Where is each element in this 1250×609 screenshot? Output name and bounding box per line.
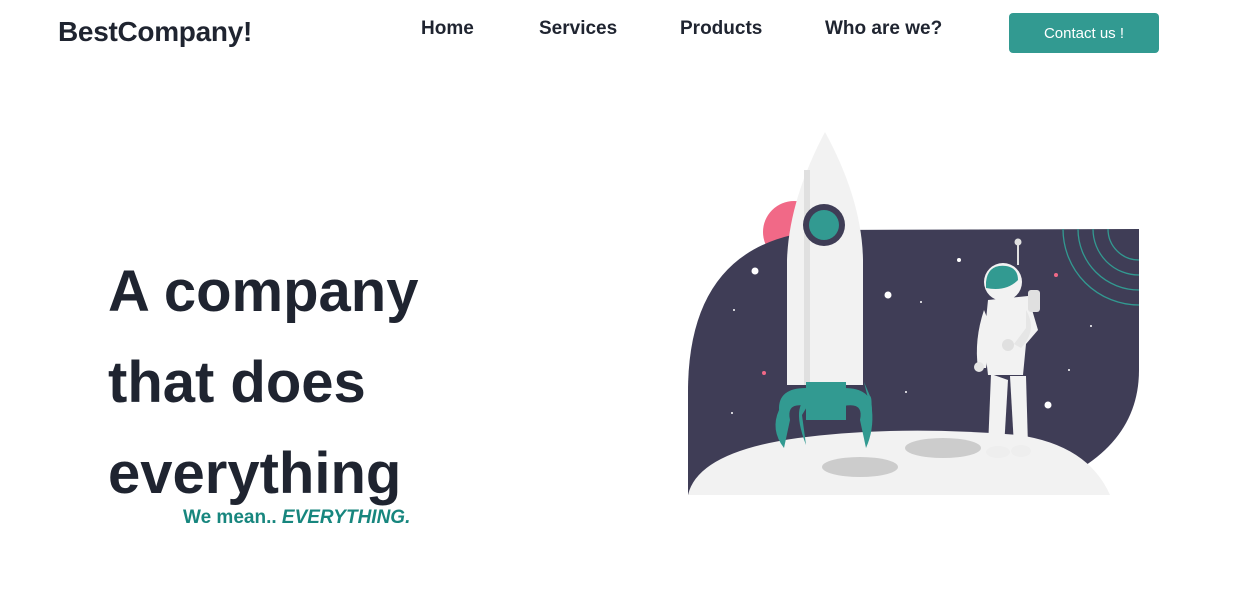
hero-title-line-2: that does [108,350,366,415]
moon-crater-icon [905,438,981,458]
hero-tagline: We mean.. EVERYTHING. [183,507,410,529]
space-illustration [688,132,1140,495]
moon-crater-icon [822,457,898,477]
hero-title: A company that does everything [108,246,568,519]
contact-us-button[interactable]: Contact us ! [1009,13,1159,53]
nav-services-link[interactable]: Services [539,18,617,40]
rocket-icon [775,132,873,448]
nav-products-link[interactable]: Products [680,18,762,40]
nav-home-link[interactable]: Home [421,18,474,40]
hero-title-line-1: A company [108,259,419,324]
tagline-prefix: We mean.. [183,507,282,528]
tagline-emphasis: EVERYTHING. [281,507,411,528]
brand-logo[interactable]: BestCompany! [58,16,252,48]
nav-who-are-we-link[interactable]: Who are we? [825,18,942,40]
hero-title-line-3: everything [108,441,402,506]
